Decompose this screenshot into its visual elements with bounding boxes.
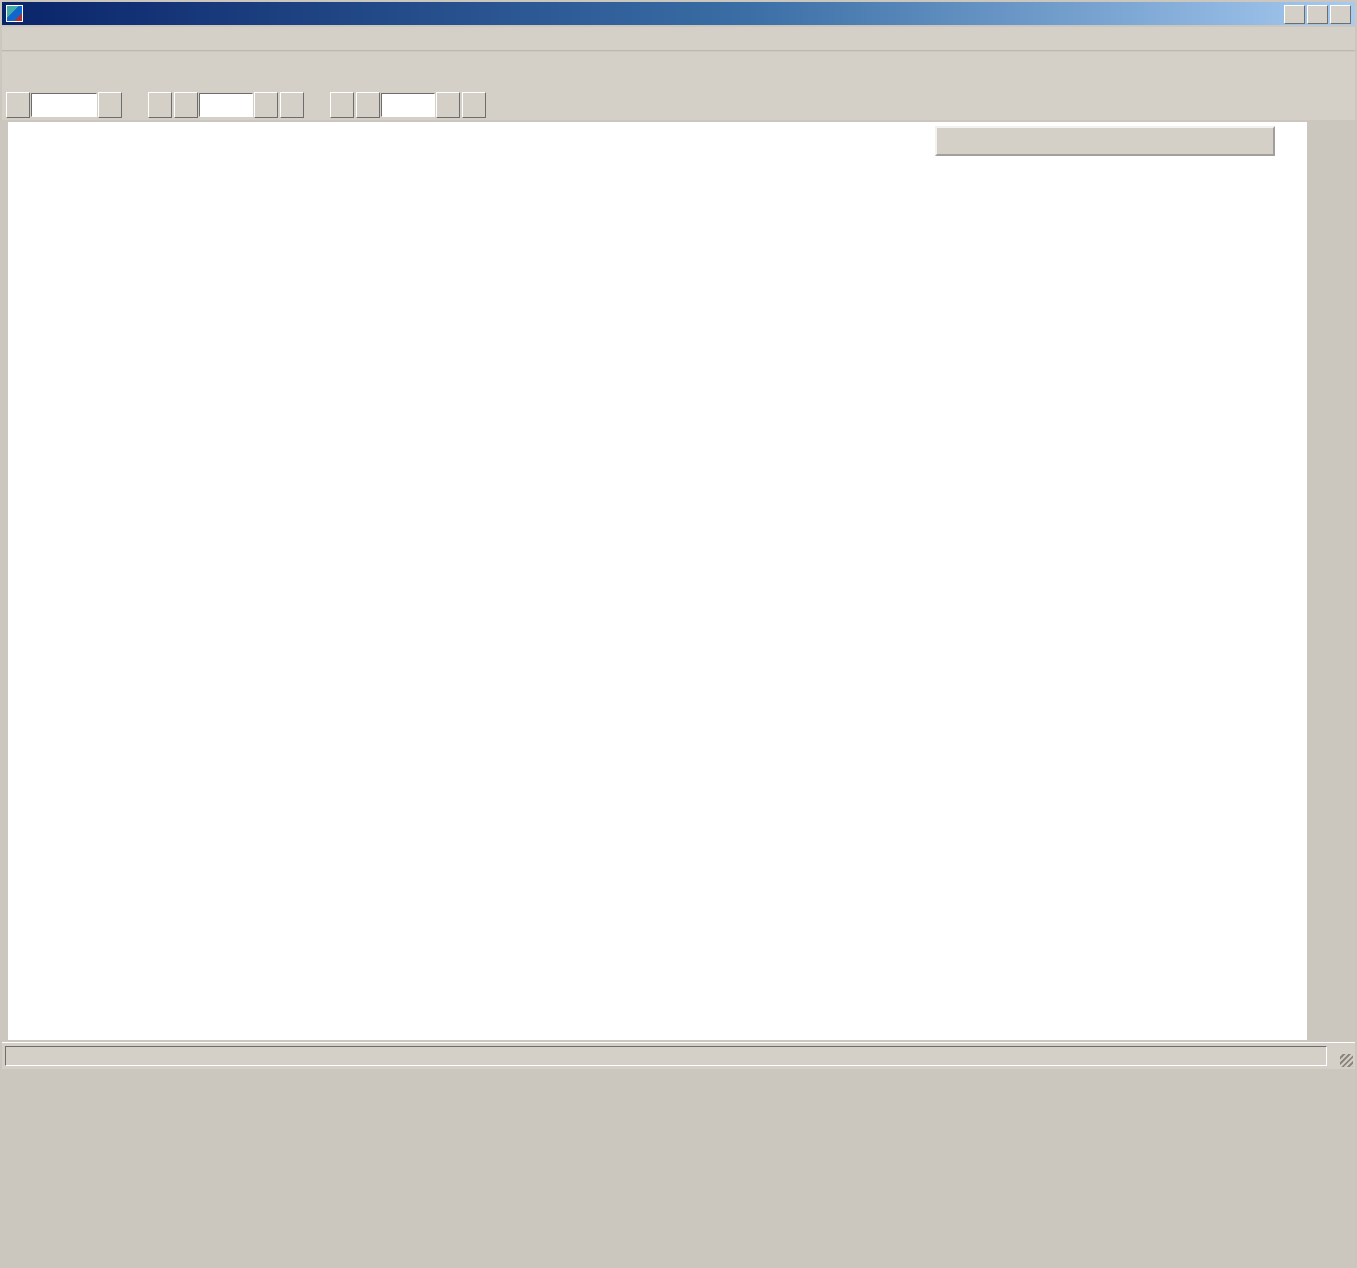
minimize-button[interactable] — [1284, 5, 1305, 24]
time-axis-bottom — [8, 1008, 1307, 1040]
status-path — [5, 1046, 1327, 1066]
width-step-right-button[interactable] — [254, 92, 278, 118]
title-bar[interactable] — [2, 2, 1355, 25]
control-bar — [2, 89, 1355, 120]
width-plus-button[interactable] — [280, 92, 304, 118]
height-minus-button[interactable] — [330, 92, 354, 118]
height-value-field[interactable] — [381, 93, 435, 117]
seismic-plot-area[interactable] — [8, 122, 1307, 1040]
width-value-field[interactable] — [199, 93, 253, 117]
file-path-label — [935, 126, 1275, 156]
app-icon — [6, 5, 23, 22]
zoom-minus-button[interactable] — [6, 92, 30, 118]
toolbar — [2, 52, 1355, 89]
resize-grip[interactable] — [1340, 1054, 1353, 1067]
width-step-left-button[interactable] — [174, 92, 198, 118]
height-plus-button[interactable] — [462, 92, 486, 118]
height-step-right-button[interactable] — [436, 92, 460, 118]
zoom-plus-button[interactable] — [98, 92, 122, 118]
width-minus-button[interactable] — [148, 92, 172, 118]
maximize-button[interactable] — [1307, 5, 1328, 24]
zoom-value-field[interactable] — [31, 93, 97, 117]
menu-bar — [2, 27, 1355, 51]
status-bar — [2, 1042, 1355, 1069]
seismogram-canvas[interactable] — [8, 148, 1307, 1008]
refraction-window — [0, 0, 1357, 1268]
close-button[interactable] — [1330, 5, 1351, 24]
height-step-left-button[interactable] — [356, 92, 380, 118]
